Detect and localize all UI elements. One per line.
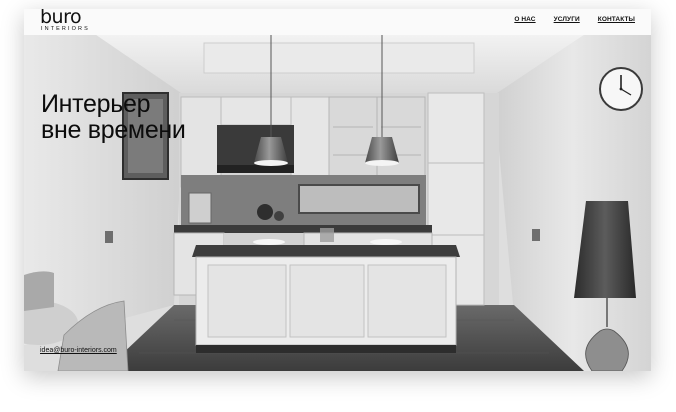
nav-link-services[interactable]: УСЛУГИ (554, 16, 580, 23)
hero-headline: Интерьер вне времени (41, 91, 186, 143)
headline-line-2: вне времени (41, 116, 186, 144)
headline-line-1: Интерьер (41, 90, 151, 118)
brand-logo[interactable]: buro INTERIORS (40, 9, 96, 33)
site-header: buro INTERIORS О НАС УСЛУГИ КОНТАКТЫ (24, 9, 651, 35)
logo-wordmark: buro (40, 9, 82, 28)
contact-email-link[interactable]: idea@buro-interiors.com (40, 347, 117, 354)
main-nav: О НАС УСЛУГИ КОНТАКТЫ (514, 16, 635, 23)
nav-link-about[interactable]: О НАС (514, 16, 535, 23)
hero-kitchen-image (24, 35, 651, 371)
nav-link-contacts[interactable]: КОНТАКТЫ (598, 16, 635, 23)
logo-subtitle: INTERIORS (41, 26, 90, 32)
page-frame: buro INTERIORS О НАС УСЛУГИ КОНТАКТЫ Инт… (24, 9, 651, 371)
